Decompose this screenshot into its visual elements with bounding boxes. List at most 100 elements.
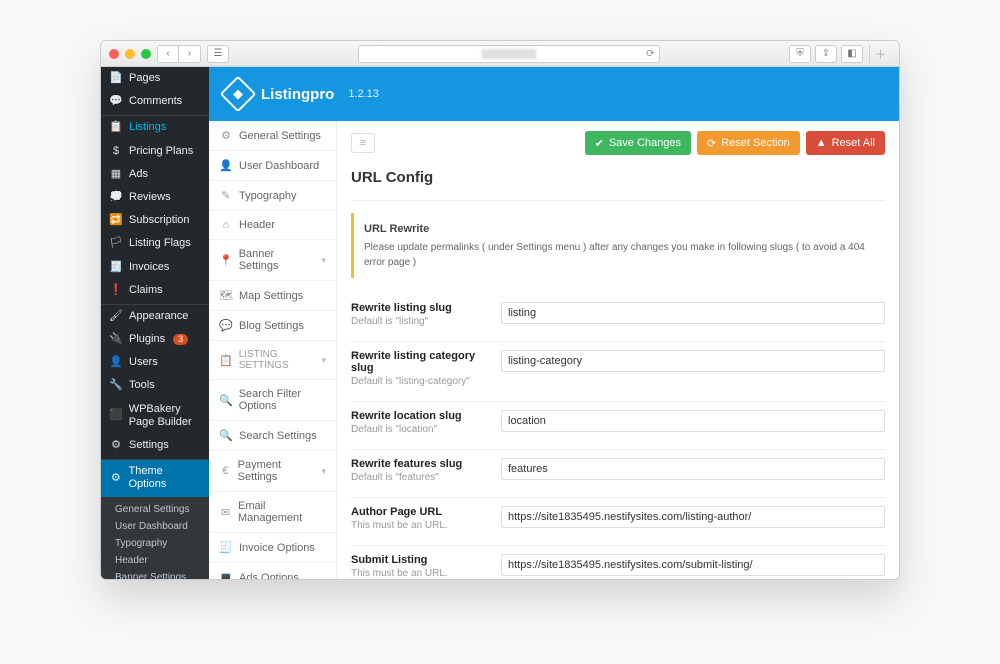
sidebar-item-settings[interactable]: ⚙Settings	[101, 434, 209, 457]
nav-icon: 📋	[219, 354, 233, 367]
settings-nav-payment-settings[interactable]: €Payment Settings▾	[209, 451, 336, 492]
settings-nav-banner-settings[interactable]: 📍Banner Settings▾	[209, 240, 336, 281]
submenu-user-dashboard[interactable]: User Dashboard	[101, 518, 209, 535]
browser-toolbar: ‹ › ☰ ⟳ ⛨ ⇪ ◧ ＋	[101, 41, 899, 67]
nav-label: Ads Options	[239, 572, 299, 580]
sidebar-label: Subscription	[129, 214, 190, 227]
sidebar-item-invoices[interactable]: 🧾Invoices	[101, 256, 209, 279]
field-control	[501, 458, 885, 483]
sidebar-label: Pages	[129, 72, 160, 85]
forward-button[interactable]: ›	[179, 45, 201, 63]
sidebar-label: Plugins	[129, 333, 165, 346]
chevron-down-icon: ▾	[321, 255, 326, 266]
wp-admin-sidebar: 📄Pages 💬Comments 📋Listings $Pricing Plan…	[101, 67, 209, 579]
button-label: Reset Section	[721, 137, 789, 149]
nav-label: Search Filter Options	[239, 388, 326, 412]
nav-icon: ⚙	[219, 129, 233, 142]
settings-nav-user-dashboard[interactable]: 👤User Dashboard	[209, 151, 336, 181]
share-button[interactable]: ⇪	[815, 45, 837, 63]
list-icon: 📋	[109, 121, 123, 134]
field-row: Rewrite listing category slugDefault is …	[351, 341, 885, 401]
sidebar-item-plugins[interactable]: 🔌Plugins3	[101, 328, 209, 351]
settings-nav-header[interactable]: ⌂Header	[209, 211, 336, 240]
nav-label: Typography	[239, 190, 296, 202]
gear-icon: ⚙	[109, 472, 123, 485]
sidebar-item-reviews[interactable]: 💭Reviews	[101, 186, 209, 209]
minimize-icon[interactable]	[125, 49, 135, 59]
settings-nav-typography[interactable]: ✎Typography	[209, 181, 336, 211]
new-tab-button[interactable]: ＋	[869, 45, 891, 63]
field-label: Rewrite listing category slugDefault is …	[351, 350, 481, 387]
sidebar-item-tools[interactable]: 🔧Tools	[101, 374, 209, 397]
claims-icon: ❗	[109, 284, 123, 297]
reset-all-button[interactable]: ▲Reset All	[806, 131, 885, 155]
submenu-typography[interactable]: Typography	[101, 535, 209, 552]
field-control: This is a page for Submiting new listing	[501, 554, 885, 580]
sidebar-item-listings[interactable]: 📋Listings	[101, 115, 209, 139]
sidebar-item-claims[interactable]: ❗Claims	[101, 279, 209, 302]
reload-icon[interactable]: ⟳	[646, 48, 654, 59]
sidebar-item-appearance[interactable]: 🖌Appearance	[101, 304, 209, 328]
settings-nav-ads-options[interactable]: 💻Ads Options	[209, 563, 336, 579]
field-row: Rewrite features slugDefault is "feature…	[351, 449, 885, 497]
settings-nav-search-settings[interactable]: 🔍Search Settings	[209, 421, 336, 451]
text-input[interactable]	[501, 506, 885, 528]
settings-nav-invoice-options[interactable]: 🧾Invoice Options	[209, 533, 336, 563]
field-label: Rewrite listing slugDefault is "listing"	[351, 302, 481, 327]
comment-icon: 💬	[109, 95, 123, 108]
nav-label: Blog Settings	[239, 320, 304, 332]
chevron-down-icon: ▾	[321, 355, 326, 366]
top-actions: ≡ ✔Save Changes ⟳ Reset Section ▲Reset Al…	[351, 131, 885, 155]
sidebar-label: Pricing Plans	[129, 145, 193, 158]
sidebar-label: WPBakery Page Builder	[129, 403, 201, 429]
sidebar-label: Users	[129, 356, 158, 369]
submenu-general-settings[interactable]: General Settings	[101, 501, 209, 518]
tabs-button[interactable]: ◧	[841, 45, 863, 63]
nav-label: Email Management	[238, 500, 326, 524]
close-icon[interactable]	[109, 49, 119, 59]
settings-nav-listing-settings[interactable]: 📋LISTING SETTINGS▾	[209, 341, 336, 380]
save-changes-button[interactable]: ✔Save Changes	[585, 131, 691, 155]
collapse-button[interactable]: ≡	[351, 133, 375, 153]
text-input[interactable]	[501, 350, 885, 372]
sidebar-label: Tools	[129, 379, 155, 392]
reload-icon: ⟳	[707, 137, 716, 150]
field-control	[501, 410, 885, 435]
nav-icon: 📍	[219, 254, 233, 267]
shield-button[interactable]: ⛨	[789, 45, 811, 63]
sidebar-toggle-button[interactable]: ☰	[207, 45, 229, 63]
maximize-icon[interactable]	[141, 49, 151, 59]
sidebar-item-ads[interactable]: ▦Ads	[101, 163, 209, 186]
back-button[interactable]: ‹	[157, 45, 179, 63]
field-title: Author Page URL	[351, 506, 481, 518]
nav-label: General Settings	[239, 130, 321, 142]
text-input[interactable]	[501, 302, 885, 324]
settings-nav-map-settings[interactable]: 🗺Map Settings	[209, 281, 336, 311]
sidebar-item-subscription[interactable]: 🔁Subscription	[101, 209, 209, 232]
field-title: Submit Listing	[351, 554, 481, 566]
sidebar-item-listing-flags[interactable]: 🏳Listing Flags	[101, 232, 209, 255]
field-title: Rewrite location slug	[351, 410, 481, 422]
nav-icon: €	[219, 465, 232, 477]
nav-label: Header	[239, 219, 275, 231]
address-bar[interactable]: ⟳	[358, 45, 659, 63]
settings-nav-search-filter-options[interactable]: 🔍Search Filter Options	[209, 380, 336, 421]
notice-body: Please update permalinks ( under Setting…	[364, 242, 865, 268]
sidebar-item-theme-options[interactable]: ⚙Theme Options	[101, 459, 209, 496]
sidebar-item-users[interactable]: 👤Users	[101, 351, 209, 374]
appearance-icon: 🖌	[109, 310, 123, 323]
sidebar-item-pricing-plans[interactable]: $Pricing Plans	[101, 140, 209, 163]
settings-nav-general-settings[interactable]: ⚙ General Settings	[209, 121, 336, 151]
reset-section-button[interactable]: ⟳ Reset Section	[697, 131, 800, 155]
text-input[interactable]	[501, 554, 885, 576]
text-input[interactable]	[501, 410, 885, 432]
submenu-banner-settings[interactable]: Banner Settings	[101, 569, 209, 579]
settings-nav-blog-settings[interactable]: 💬Blog Settings	[209, 311, 336, 341]
settings-nav-email-management[interactable]: ✉Email Management	[209, 492, 336, 533]
theme-title: Listingpro	[261, 86, 334, 103]
sidebar-item-wpbakery[interactable]: ⬛WPBakery Page Builder	[101, 398, 209, 434]
sidebar-item-pages[interactable]: 📄Pages	[101, 67, 209, 90]
sidebar-item-comments[interactable]: 💬Comments	[101, 90, 209, 113]
submenu-header[interactable]: Header	[101, 552, 209, 569]
text-input[interactable]	[501, 458, 885, 480]
